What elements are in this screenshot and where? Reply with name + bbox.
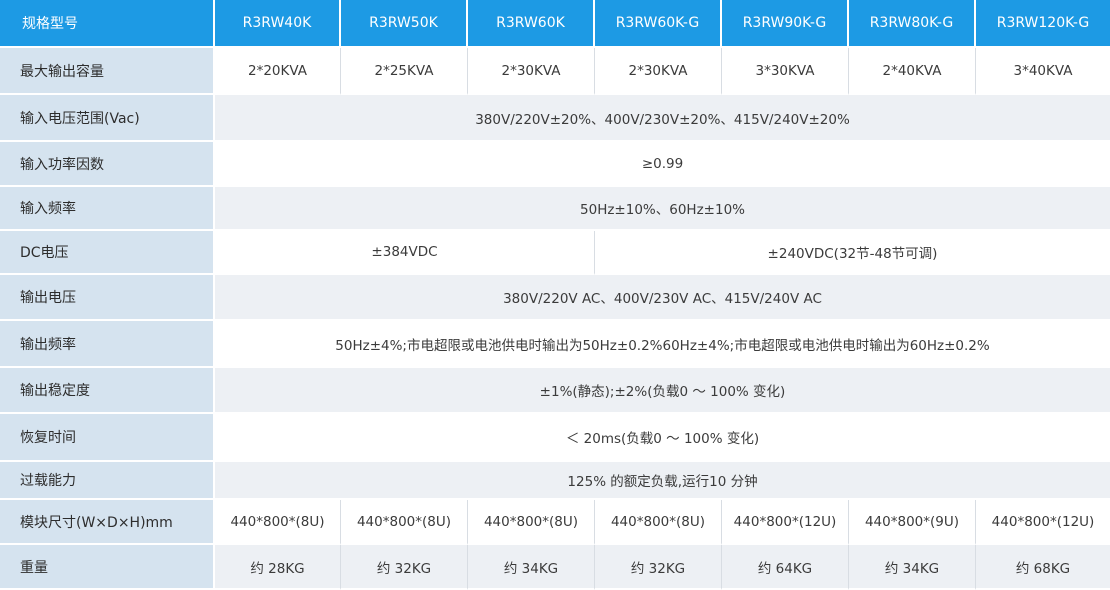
header-model: R3RW90K-G bbox=[722, 0, 849, 48]
header-model: R3RW60K-G bbox=[595, 0, 722, 48]
spec-table: 规格型号 R3RW40K R3RW50K R3RW60K R3RW60K-G R… bbox=[0, 0, 1110, 590]
table-cell: 2*40KVA bbox=[849, 48, 976, 95]
table-cell: ±384VDC bbox=[215, 231, 595, 275]
row-label-output-voltage: 输出电压 bbox=[0, 275, 215, 321]
table-cell: 约 28KG bbox=[215, 545, 341, 590]
header-model: R3RW40K bbox=[215, 0, 341, 48]
row-label-input-frequency: 输入频率 bbox=[0, 187, 215, 231]
row-label-max-output-capacity: 最大输出容量 bbox=[0, 48, 215, 95]
header-model: R3RW60K bbox=[468, 0, 595, 48]
table-cell: 440*800*(8U) bbox=[595, 500, 722, 545]
table-cell: 2*20KVA bbox=[215, 48, 341, 95]
table-cell: 约 32KG bbox=[341, 545, 468, 590]
table-cell: 约 34KG bbox=[849, 545, 976, 590]
row-label-weight: 重量 bbox=[0, 545, 215, 590]
row-label-input-power-factor: 输入功率因数 bbox=[0, 142, 215, 187]
table-cell: 380V/220V AC、400V/230V AC、415V/240V AC bbox=[215, 275, 1110, 321]
row-label-dc-voltage: DC电压 bbox=[0, 231, 215, 275]
table-cell: 约 64KG bbox=[722, 545, 849, 590]
table-cell: 3*30KVA bbox=[722, 48, 849, 95]
table-cell: 约 34KG bbox=[468, 545, 595, 590]
table-cell: 3*40KVA bbox=[976, 48, 1110, 95]
table-cell: 50Hz±4%;市电超限或电池供电时输出为50Hz±0.2%60Hz±4%;市电… bbox=[215, 321, 1110, 368]
row-label-module-size: 模块尺寸(W×D×H)mm bbox=[0, 500, 215, 545]
row-label-output-frequency: 输出频率 bbox=[0, 321, 215, 368]
table-cell: 440*800*(12U) bbox=[722, 500, 849, 545]
table-cell: 440*800*(12U) bbox=[976, 500, 1110, 545]
table-cell: 380V/220V±20%、400V/230V±20%、415V/240V±20… bbox=[215, 95, 1110, 142]
table-cell: 125% 的额定负载,运行10 分钟 bbox=[215, 462, 1110, 500]
row-label-input-voltage-range: 输入电压范围(Vac) bbox=[0, 95, 215, 142]
header-label: 规格型号 bbox=[0, 0, 215, 48]
table-cell: 2*30KVA bbox=[468, 48, 595, 95]
header-model: R3RW120K-G bbox=[976, 0, 1110, 48]
table-cell: ＜ 20ms(负载0 ～ 100% 变化) bbox=[215, 414, 1110, 462]
header-model: R3RW50K bbox=[341, 0, 468, 48]
header-model: R3RW80K-G bbox=[849, 0, 976, 48]
table-cell: 约 68KG bbox=[976, 545, 1110, 590]
table-cell: ±1%(静态);±2%(负载0 ～ 100% 变化) bbox=[215, 368, 1110, 414]
row-label-overload-capacity: 过载能力 bbox=[0, 462, 215, 500]
row-label-recovery-time: 恢复时间 bbox=[0, 414, 215, 462]
table-cell: 440*800*(8U) bbox=[468, 500, 595, 545]
table-cell: 440*800*(8U) bbox=[341, 500, 468, 545]
table-cell: 2*30KVA bbox=[595, 48, 722, 95]
table-cell: 440*800*(8U) bbox=[215, 500, 341, 545]
table-cell: 约 32KG bbox=[595, 545, 722, 590]
table-cell: 2*25KVA bbox=[341, 48, 468, 95]
row-label-output-stability: 输出稳定度 bbox=[0, 368, 215, 414]
table-cell: ≥0.99 bbox=[215, 142, 1110, 187]
table-cell: ±240VDC(32节-48节可调) bbox=[595, 231, 1110, 275]
table-cell: 440*800*(9U) bbox=[849, 500, 976, 545]
table-cell: 50Hz±10%、60Hz±10% bbox=[215, 187, 1110, 231]
